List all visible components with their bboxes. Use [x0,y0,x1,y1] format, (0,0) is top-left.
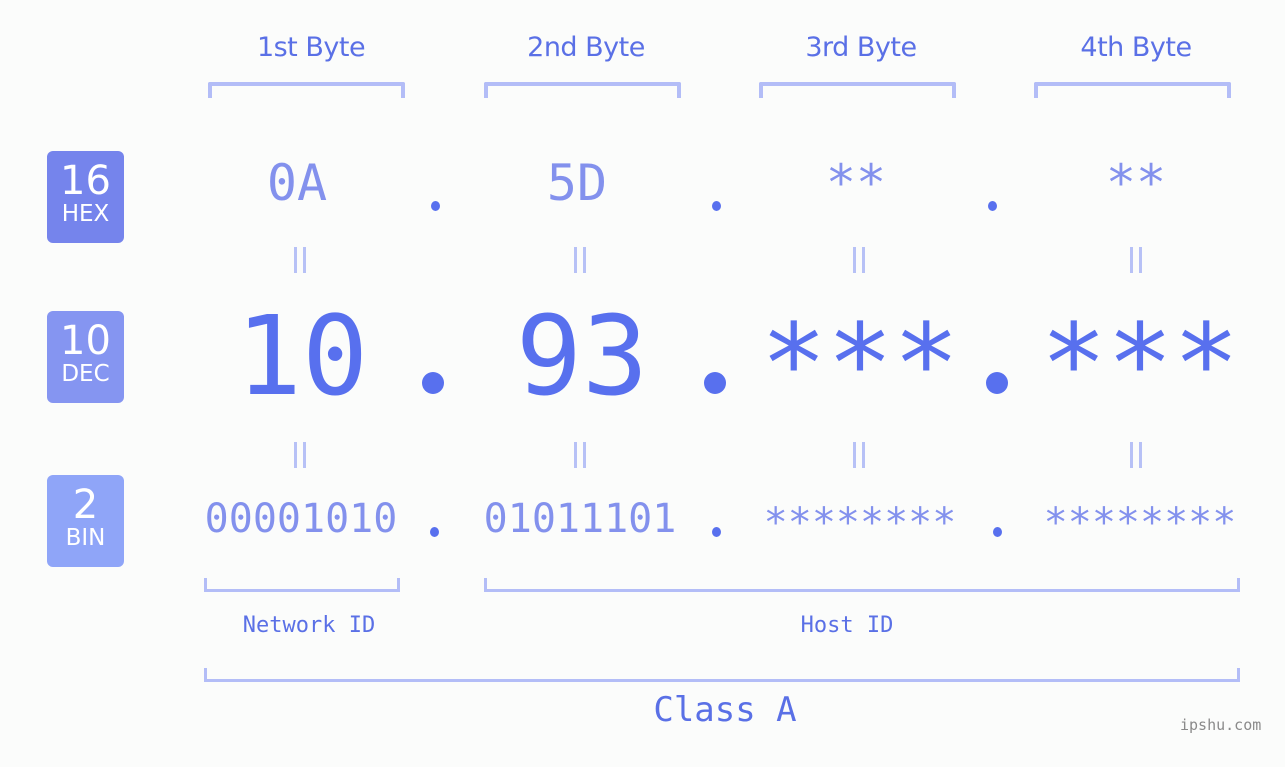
hex-label: HEX [61,201,110,227]
bin-dot-1 [430,527,439,537]
dec-byte-1: 10 [235,292,369,420]
bin-byte-4: ******** [1043,500,1237,546]
dec-dot-3 [986,372,1008,394]
equals-icon [290,247,310,273]
dec-byte-3: *** [760,300,960,428]
hex-byte-4: ** [1105,154,1167,212]
hex-base: 16 [60,158,111,204]
hex-byte-2: 5D [546,154,608,212]
dec-byte-2: 93 [515,292,649,420]
bin-byte-2: 01011101 [483,496,677,542]
watermark: ipshu.com [1180,716,1262,734]
equals-icon [849,442,869,468]
hex-badge: 16 HEX [47,151,124,243]
byte-header-1: 1st Byte [256,32,366,63]
bin-dot-2 [712,527,721,537]
network-id-label: Network ID [242,613,376,638]
byte-bracket-2 [484,82,681,98]
hex-byte-1: 0A [266,154,328,212]
class-bracket [204,668,1240,682]
dec-label: DEC [61,361,110,387]
dec-badge: 10 DEC [47,311,124,403]
bin-base: 2 [72,482,99,528]
ip-class-label: Class A [653,690,797,730]
bin-byte-3: ******** [763,500,957,546]
byte-header-4: 4th Byte [1080,32,1192,63]
equals-icon [290,442,310,468]
dec-dot-1 [422,372,444,394]
byte-bracket-3 [759,82,956,98]
byte-bracket-4 [1034,82,1231,98]
hex-dot-2 [712,201,721,211]
bin-label: BIN [65,525,106,551]
equals-icon [1126,442,1146,468]
byte-bracket-1 [208,82,405,98]
host-id-label: Host ID [800,613,894,638]
equals-icon [570,442,590,468]
hex-dot-3 [988,201,997,211]
equals-icon [1126,247,1146,273]
bin-dot-3 [993,527,1002,537]
dec-dot-2 [704,372,726,394]
bin-badge: 2 BIN [47,475,124,567]
host-id-bracket [484,578,1240,592]
equals-icon [849,247,869,273]
network-id-bracket [204,578,400,592]
equals-icon [570,247,590,273]
dec-base: 10 [60,318,111,364]
bin-byte-1: 00001010 [204,496,398,542]
byte-header-2: 2nd Byte [527,32,645,63]
dec-byte-4: *** [1040,300,1240,428]
hex-dot-1 [431,201,440,211]
byte-header-3: 3rd Byte [805,32,917,63]
hex-byte-3: ** [825,154,887,212]
